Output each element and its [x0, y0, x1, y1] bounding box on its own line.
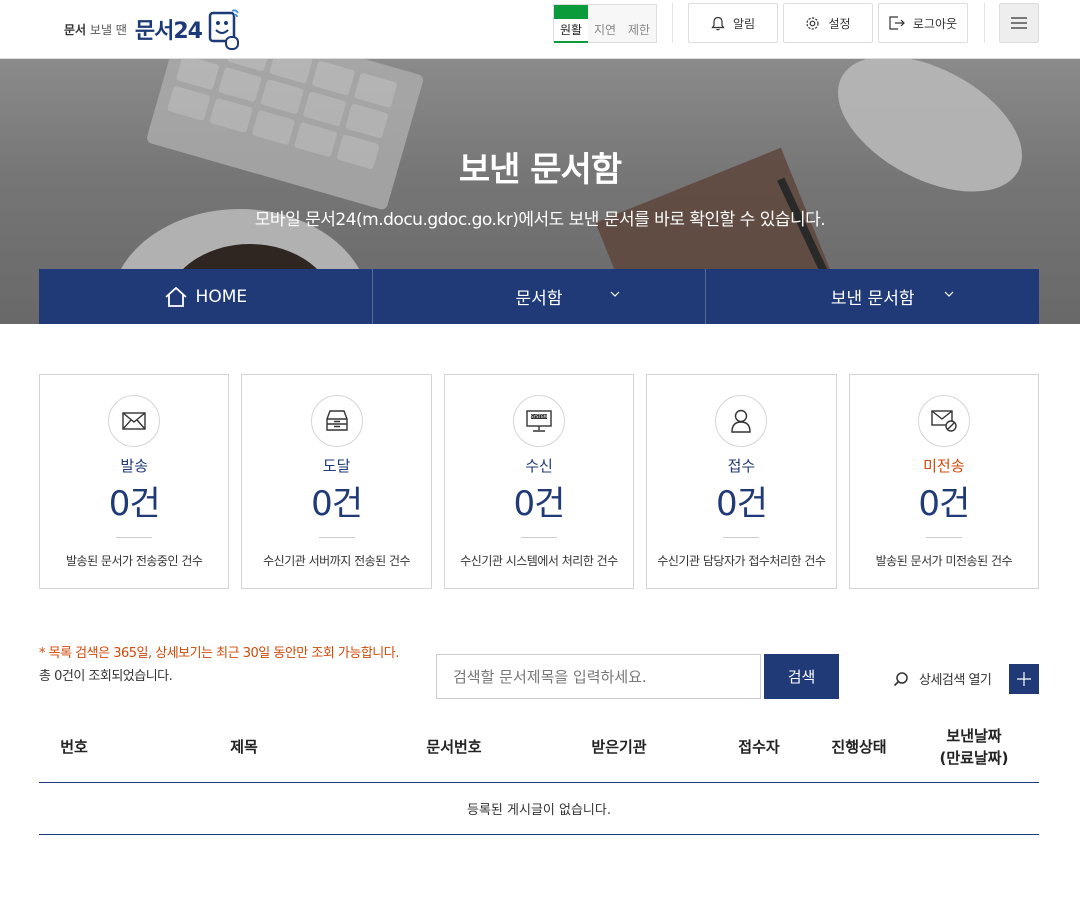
card-description: 수신기관 시스템에서 처리한 건수	[460, 554, 618, 568]
status-card-sent[interactable]: 발송 0건 발송된 문서가 전송중인 건수	[39, 374, 230, 589]
advanced-search-label: 상세검색 열기	[919, 673, 992, 688]
card-label: 발송	[120, 457, 148, 475]
column-header-receiver: 접수자	[738, 738, 780, 756]
search-icon	[893, 671, 908, 686]
card-count: 0건	[715, 484, 768, 524]
status-card-accepted[interactable]: 접수 0건 수신기관 담당자가 접수처리한 건수	[646, 374, 837, 589]
chevron-down-icon	[610, 291, 620, 297]
expiry-date-label: (만료날짜)	[939, 749, 1009, 767]
settings-button[interactable]: 설정	[783, 3, 873, 43]
status-normal: 원활	[554, 5, 588, 43]
page-title: 보낸 문서함	[458, 150, 622, 190]
alarm-label: 알림	[732, 16, 756, 31]
status-delayed: 지연	[588, 5, 622, 42]
card-label: 수신	[525, 457, 553, 475]
svg-text:SYSTEM: SYSTEM	[531, 414, 547, 419]
breadcrumb-menu-1-label: 문서함	[515, 289, 563, 309]
plus-icon	[1017, 672, 1031, 686]
status-card-received[interactable]: SYSTEM 수신 0건 수신기관 시스템에서 처리한 건수	[443, 374, 635, 589]
breadcrumb-menu-1[interactable]: 문서함	[373, 269, 707, 324]
home-icon	[164, 286, 187, 307]
envelope-icon	[108, 395, 161, 447]
card-label: 접수	[727, 457, 756, 475]
breadcrumb-navbar: HOME 문서함 보낸 문서함	[39, 269, 1039, 324]
search-notice: * 목록 검색은 365일, 상세보기는 최근 30일 동안만 조회 가능합니다…	[39, 646, 399, 661]
gear-icon	[806, 16, 820, 30]
card-count: 0건	[108, 484, 161, 524]
hamburger-menu-button[interactable]	[999, 3, 1039, 43]
logout-icon	[889, 16, 905, 30]
logo-text: 문서24	[134, 19, 203, 44]
column-header-number: 번호	[60, 738, 88, 756]
status-limited: 제한	[622, 5, 656, 42]
status-card-unsent[interactable]: 미전송 0건 발송된 문서가 미전송된 건수	[848, 374, 1040, 589]
hamburger-icon	[1011, 17, 1027, 29]
breadcrumb-menu-2[interactable]: 보낸 문서함	[706, 269, 1039, 324]
inbox-tray-icon	[310, 395, 363, 447]
logo-mascot-icon	[208, 9, 239, 50]
alarm-button[interactable]: 알림	[688, 3, 778, 43]
chevron-down-icon	[944, 291, 954, 297]
site-header: 문서 보낼 땐 문서24 원활 지연 제한 알림 설정 로그아웃	[0, 0, 1080, 59]
settings-label: 설정	[828, 16, 851, 31]
bell-icon	[711, 16, 725, 30]
advanced-search-toggle[interactable]: 상세검색 열기	[893, 669, 992, 688]
column-header-status: 진행상태	[831, 738, 887, 756]
result-count: 총 0건이 조회되었습니다.	[39, 669, 173, 684]
logout-label: 로그아웃	[912, 16, 958, 31]
column-header-recipient-org: 받은기관	[591, 738, 647, 756]
system-monitor-icon: SYSTEM	[513, 395, 566, 447]
header-divider	[672, 3, 673, 43]
breadcrumb-menu-2-label: 보낸 문서함	[830, 289, 915, 309]
service-status-indicator: 원활 지연 제한	[553, 4, 657, 43]
breadcrumb-home[interactable]: HOME	[39, 269, 373, 324]
search-input[interactable]	[436, 654, 761, 699]
logo-tagline: 문서 보낼 땐	[64, 22, 127, 37]
document-status-cards: 발송 0건 발송된 문서가 전송중인 건수 도달 0건 수신기관 서버까지 전송…	[39, 374, 1040, 589]
card-count: 0건	[918, 484, 970, 524]
logout-button[interactable]: 로그아웃	[878, 3, 968, 43]
advanced-search-expand-button[interactable]	[1009, 664, 1039, 694]
table-empty-row: 등록된 게시글이 없습니다.	[39, 783, 1039, 835]
breadcrumb-home-label: HOME	[195, 286, 248, 307]
envelope-blocked-icon	[917, 395, 970, 447]
card-description: 수신기관 서버까지 전송된 건수	[263, 554, 411, 568]
card-description: 수신기관 담당자가 접수처리한 건수	[657, 554, 826, 568]
card-count: 0건	[311, 484, 363, 524]
sent-date-label: 보낸날짜	[946, 727, 1002, 745]
card-description: 발송된 문서가 미전송된 건수	[875, 554, 1013, 568]
card-count: 0건	[513, 484, 566, 524]
card-description: 발송된 문서가 전송중인 건수	[65, 554, 203, 568]
card-label: 도달	[322, 457, 351, 475]
table-header: 번호 제목 문서번호 받은기관 접수자 진행상태 보낸날짜 (만료날짜)	[39, 712, 1039, 783]
column-header-title: 제목	[230, 738, 258, 756]
page-subtitle: 모바일 문서24(m.docu.gdoc.go.kr)에서도 보낸 문서를 바로…	[254, 210, 826, 230]
status-card-delivered[interactable]: 도달 0건 수신기관 서버까지 전송된 건수	[241, 374, 432, 589]
column-header-sent-date: 보낸날짜 (만료날짜)	[934, 712, 1014, 782]
column-header-doc-number: 문서번호	[426, 738, 482, 756]
header-divider	[984, 3, 985, 43]
person-icon	[715, 395, 768, 447]
card-label: 미전송	[923, 457, 965, 475]
page-hero-banner: 보낸 문서함 모바일 문서24(m.docu.gdoc.go.kr)에서도 보낸…	[0, 59, 1080, 324]
site-logo[interactable]: 문서 보낼 땐 문서24	[64, 4, 242, 54]
search-button[interactable]: 검색	[764, 654, 839, 699]
